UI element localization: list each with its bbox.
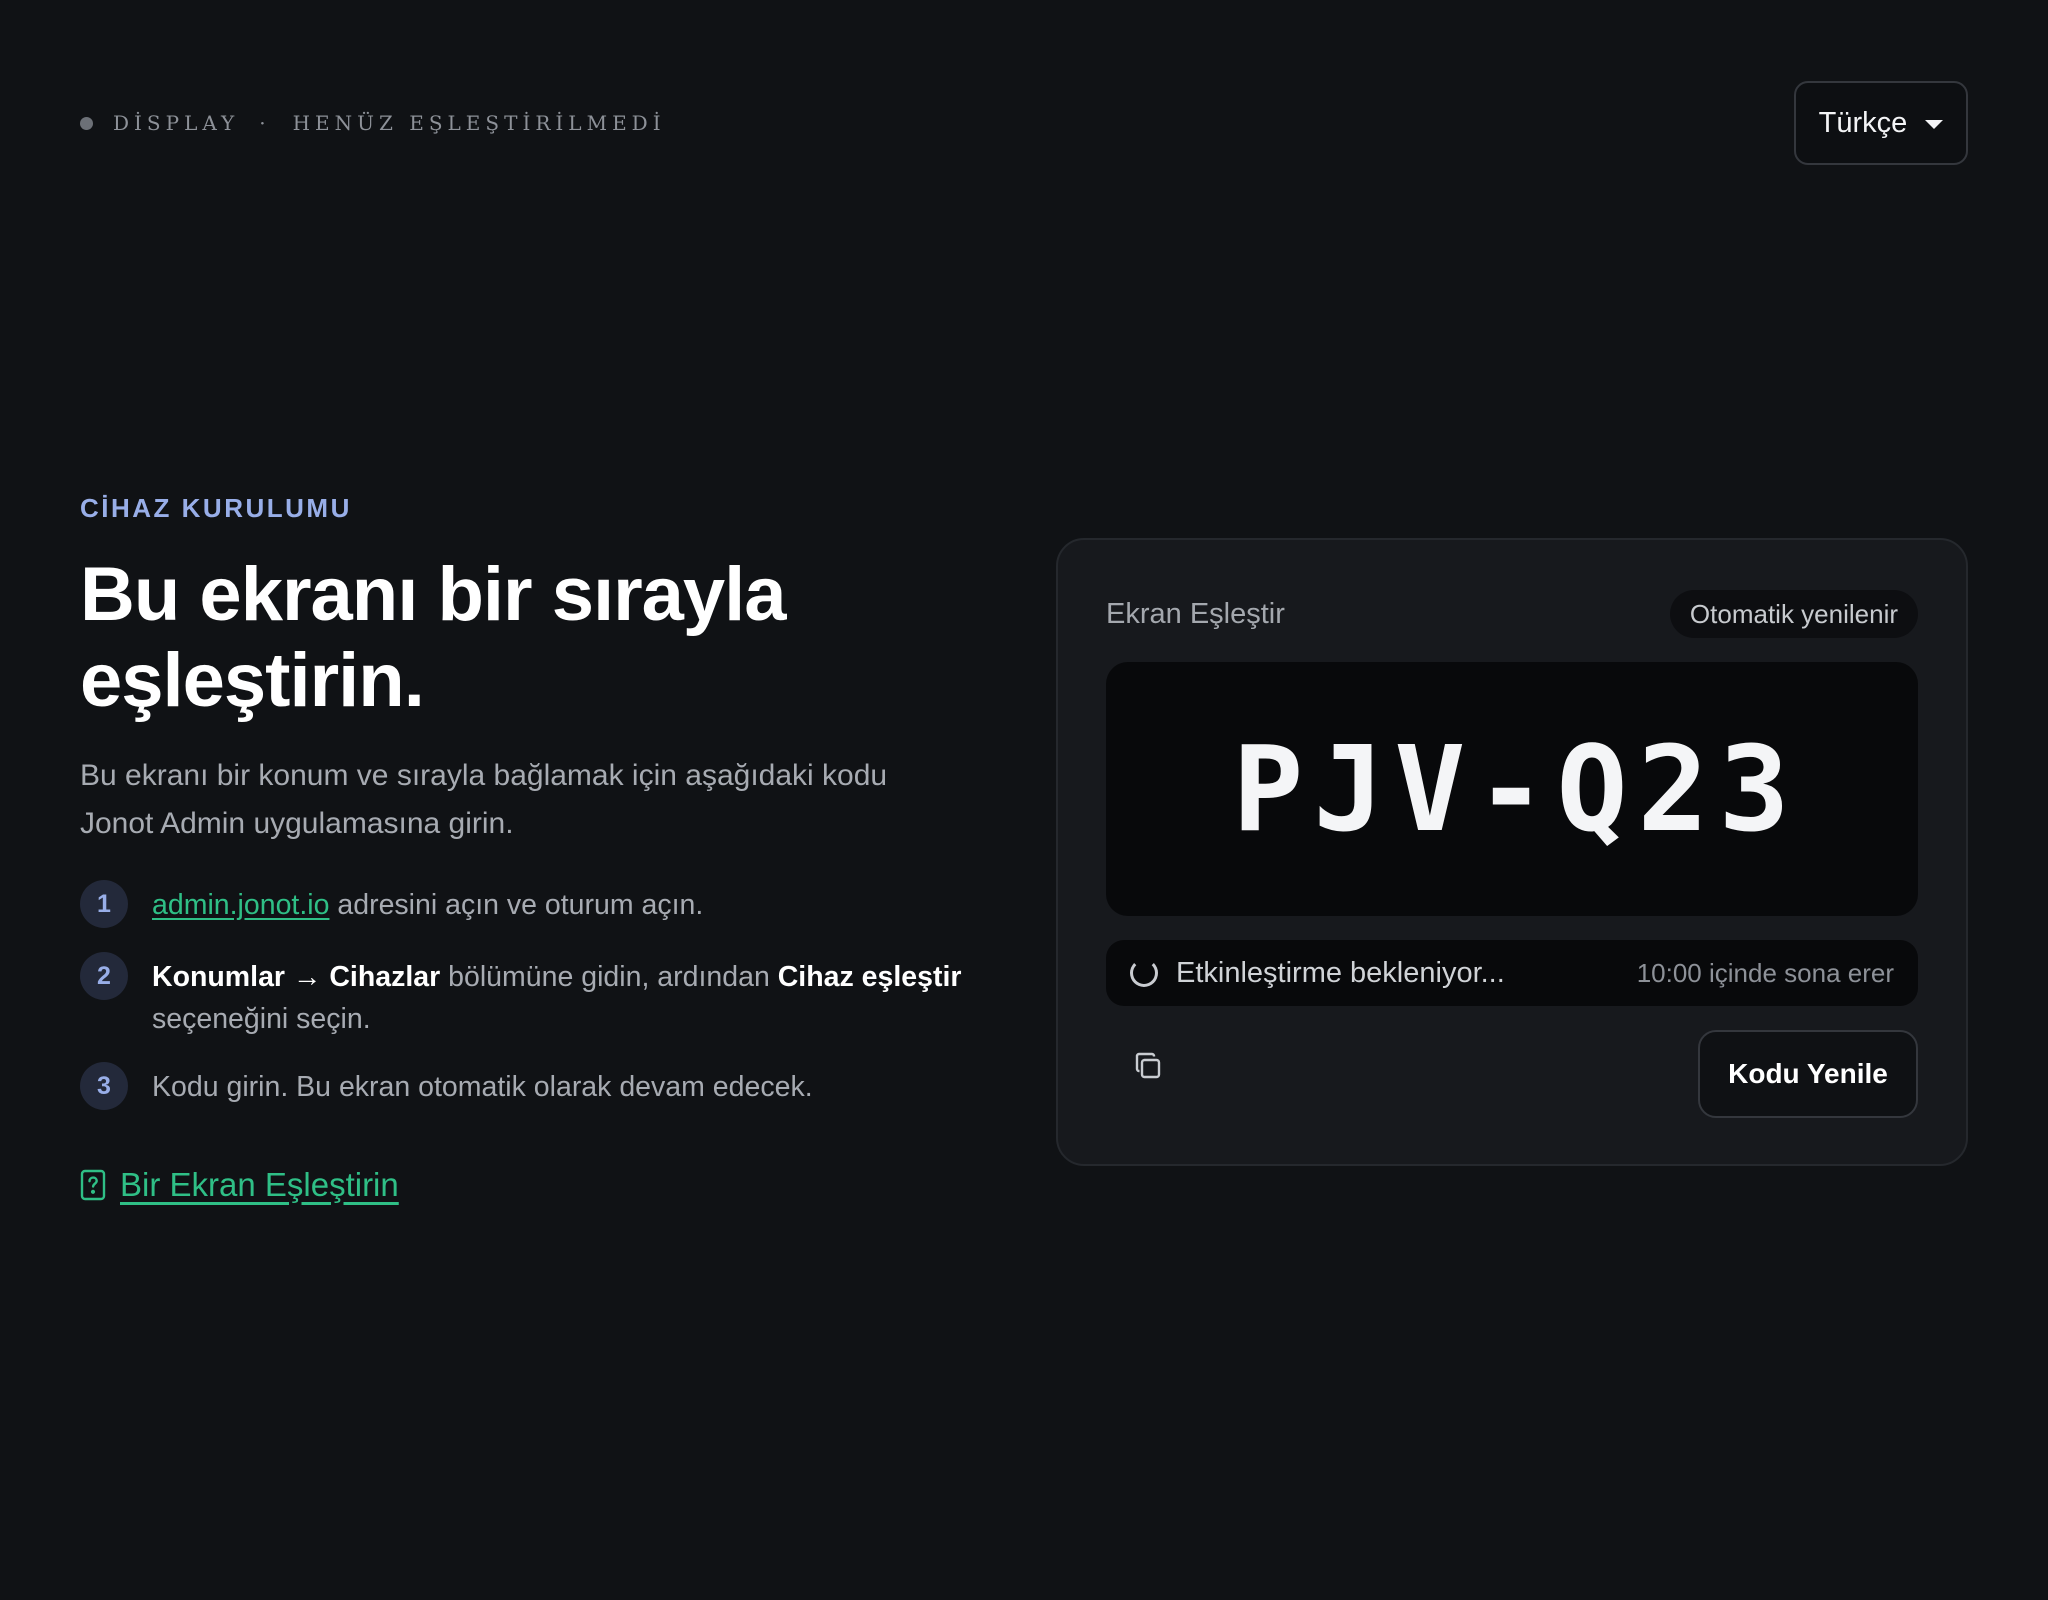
step-text: seçeneğini seçin. xyxy=(152,1003,371,1035)
setup-step-2: 2 Konumlar → Cihazlar bölümüne gidin, ar… xyxy=(80,952,1020,1040)
expiry-countdown: 10:00 içinde sona erer xyxy=(1636,957,1894,988)
setup-eyebrow: CİHAZ KURULUMU xyxy=(80,493,352,523)
pairing-state: HENÜZ EŞLEŞTİRİLMEDİ xyxy=(292,111,666,135)
display-label: DİSPLAY xyxy=(113,111,240,135)
step-text: adresini açın ve oturum açın. xyxy=(329,889,704,921)
step-number-badge: 3 xyxy=(80,1062,128,1110)
step-number-badge: 1 xyxy=(80,880,128,928)
step-action-name: Cihaz eşleştir xyxy=(777,961,962,993)
refresh-code-button[interactable]: Kodu Yenile xyxy=(1698,1030,1918,1118)
help-link-label: Bir Ekran Eşleştirin xyxy=(120,1166,399,1203)
step-text: bölümüne gidin, ardından xyxy=(440,961,778,993)
step-text: Kodu girin. Bu ekran otomatik olarak dev… xyxy=(152,1071,813,1103)
waiting-status: Etkinleştirme bekleniyor... xyxy=(1176,956,1505,989)
setup-steps: 1 admin.jonot.io adresini açın ve oturum… xyxy=(80,880,1020,1110)
language-selected-value: Türkçe xyxy=(1818,106,1908,139)
card-title: Ekran Eşleştir xyxy=(1106,598,1285,630)
step-nav-path: Konumlar → Cihazlar xyxy=(152,961,441,993)
pairing-page: DİSPLAY · HENÜZ EŞLEŞTİRİLMEDİ Türkçe Cİ… xyxy=(0,0,2048,1600)
chevron-down-icon xyxy=(1925,119,1944,129)
status-separator: · xyxy=(259,111,271,135)
spinner-icon xyxy=(1130,959,1158,987)
setup-step-3: 3 Kodu girin. Bu ekran otomatik olarak d… xyxy=(80,1062,1020,1110)
pairing-code-display: PJV-Q23 xyxy=(1106,662,1918,916)
status-dot-icon xyxy=(80,116,93,130)
setup-step-1: 1 admin.jonot.io adresini açın ve oturum… xyxy=(80,880,1020,928)
language-select[interactable]: Türkçe xyxy=(1794,81,1968,165)
pair-screen-help-link[interactable]: Bir Ekran Eşleştirin xyxy=(80,1166,399,1204)
page-title: Bu ekranı bir sırayla eşleştirin. xyxy=(80,552,787,723)
device-status: DİSPLAY · HENÜZ EŞLEŞTİRİLMEDİ xyxy=(80,111,666,135)
auto-refresh-badge: Otomatik yenilenir xyxy=(1669,590,1918,638)
setup-intro: Bu ekranı bir konum ve sırayla bağlamak … xyxy=(80,759,888,840)
pairing-code: PJV-Q23 xyxy=(1232,720,1800,858)
pair-screen-card: Ekran Eşleştir Otomatik yenilenir PJV-Q2… xyxy=(1056,538,1968,1166)
admin-link[interactable]: admin.jonot.io xyxy=(152,889,329,921)
copy-code-button[interactable] xyxy=(1128,1048,1168,1088)
copy-icon xyxy=(1132,1050,1164,1087)
activation-status-bar: Etkinleştirme bekleniyor... 10:00 içinde… xyxy=(1106,940,1918,1006)
help-document-icon xyxy=(80,1169,106,1201)
step-number-badge: 2 xyxy=(80,952,128,1000)
